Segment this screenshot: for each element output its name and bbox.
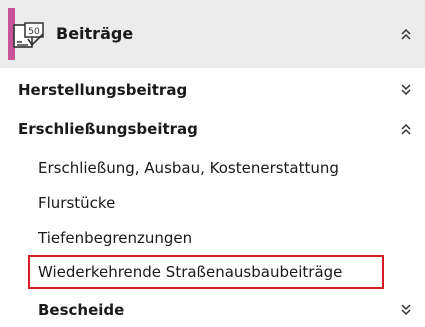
nav-item-label: Tiefenbegrenzungen [38,229,193,247]
nav-item-label: Erschließung, Ausbau, Kostenerstattung [38,159,339,177]
chevron-double-up-icon[interactable] [399,122,413,136]
nav-item-label: Flurstücke [38,194,116,212]
highlight-box [28,255,384,289]
svg-text:50: 50 [28,27,40,37]
nav-item-erschliessung-ausbau-kostenerstattung[interactable]: Erschließung, Ausbau, Kostenerstattung [0,150,425,186]
section-label: Herstellungsbeitrag [18,81,188,99]
nav-item-tiefenbegrenzungen[interactable]: Tiefenbegrenzungen [0,220,425,256]
section-label: Erschließungsbeitrag [18,120,198,138]
section-erschliessungsbeitrag[interactable]: Erschließungsbeitrag [0,111,425,147]
nav-item-flurstuecke[interactable]: Flurstücke [0,185,425,221]
navigation-panel: 50 Beiträge Herstellungsbeitrag Erschlie… [0,0,425,327]
section-herstellungsbeitrag[interactable]: Herstellungsbeitrag [0,72,425,108]
chevron-double-down-icon[interactable] [399,303,413,317]
fee-document-50-icon: 50 [13,22,44,48]
chevron-double-down-icon[interactable] [399,83,413,97]
section-label: Bescheide [38,301,125,319]
chevron-double-up-icon[interactable] [399,27,413,41]
section-header-beitraege[interactable]: 50 Beiträge [0,0,425,68]
section-title: Beiträge [56,24,134,43]
section-bescheide[interactable]: Bescheide [0,292,425,327]
